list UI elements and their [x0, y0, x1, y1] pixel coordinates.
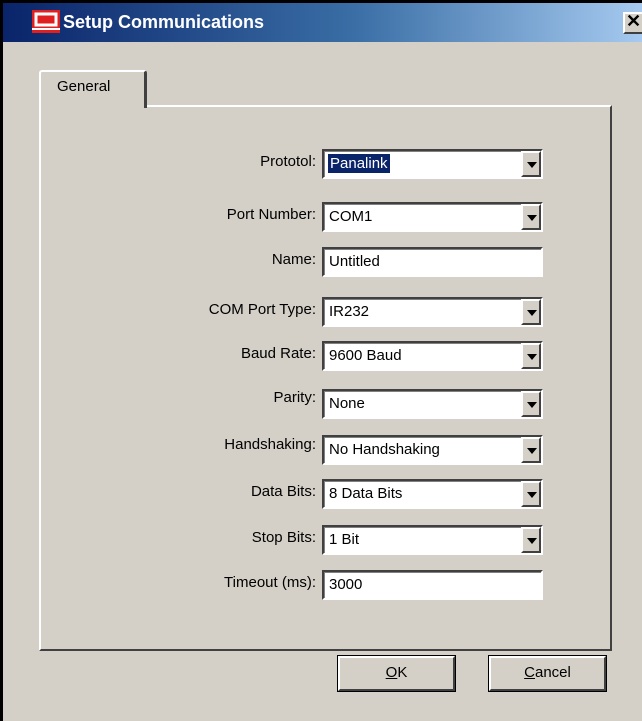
com-port-type-select[interactable]: IR232	[322, 297, 543, 327]
chevron-down-icon[interactable]	[521, 343, 541, 369]
parity-select[interactable]: None	[322, 389, 543, 419]
handshaking-label: Handshaking:	[224, 436, 316, 453]
timeout-label: Timeout (ms):	[224, 574, 316, 591]
cancel-accel: C	[524, 664, 535, 681]
protocol-select[interactable]: Panalink	[322, 149, 543, 179]
setup-communications-dialog: Setup Communications ✕ General Prototol:…	[0, 0, 642, 721]
handshaking-select[interactable]: No Handshaking	[322, 435, 543, 465]
close-icon: ✕	[626, 11, 642, 31]
parity-value: None	[329, 395, 365, 412]
name-label: Name:	[271, 251, 316, 268]
window-title: Setup Communications	[63, 12, 265, 32]
cancel-label: ancel	[534, 664, 571, 681]
com-port-type-value: IR232	[329, 303, 370, 320]
close-button[interactable]: ✕	[623, 11, 642, 34]
baud-rate-value: 9600 Baud	[329, 347, 402, 364]
name-value: Untitled	[329, 253, 380, 270]
ok-button[interactable]: OK	[338, 656, 455, 691]
data-bits-label: Data Bits:	[250, 483, 316, 500]
name-input[interactable]: Untitled	[322, 247, 543, 277]
port-number-label: Port Number:	[226, 206, 316, 223]
tab-general-label: General	[57, 78, 111, 95]
title-bar[interactable]: Setup Communications ✕	[3, 3, 642, 42]
app-icon	[32, 10, 60, 33]
protocol-label: Prototol:	[260, 153, 316, 170]
data-bits-select[interactable]: 8 Data Bits	[322, 479, 543, 509]
stop-bits-select[interactable]: 1 Bit	[322, 525, 543, 555]
timeout-input[interactable]: 3000	[322, 570, 543, 600]
chevron-down-icon[interactable]	[521, 151, 541, 177]
chevron-down-icon[interactable]	[521, 481, 541, 507]
chevron-down-icon[interactable]	[521, 391, 541, 417]
port-number-value: COM1	[329, 208, 373, 225]
stop-bits-value: 1 Bit	[329, 531, 360, 548]
com-port-type-label: COM Port Type:	[208, 301, 316, 318]
cancel-button[interactable]: Cancel	[489, 656, 606, 691]
baud-rate-label: Baud Rate:	[240, 345, 316, 362]
tab-general[interactable]: General	[39, 70, 147, 108]
port-number-select[interactable]: COM1	[322, 202, 543, 232]
parity-label: Parity:	[273, 389, 316, 406]
stop-bits-label: Stop Bits:	[251, 529, 316, 546]
timeout-value: 3000	[329, 576, 363, 593]
protocol-value: Panalink	[328, 154, 390, 173]
ok-accel: O	[385, 664, 398, 681]
chevron-down-icon[interactable]	[521, 299, 541, 325]
chevron-down-icon[interactable]	[521, 527, 541, 553]
baud-rate-select[interactable]: 9600 Baud	[322, 341, 543, 371]
handshaking-value: No Handshaking	[329, 441, 440, 458]
data-bits-value: 8 Data Bits	[329, 485, 403, 502]
ok-label: K	[397, 664, 408, 681]
chevron-down-icon[interactable]	[521, 204, 541, 230]
chevron-down-icon[interactable]	[521, 437, 541, 463]
